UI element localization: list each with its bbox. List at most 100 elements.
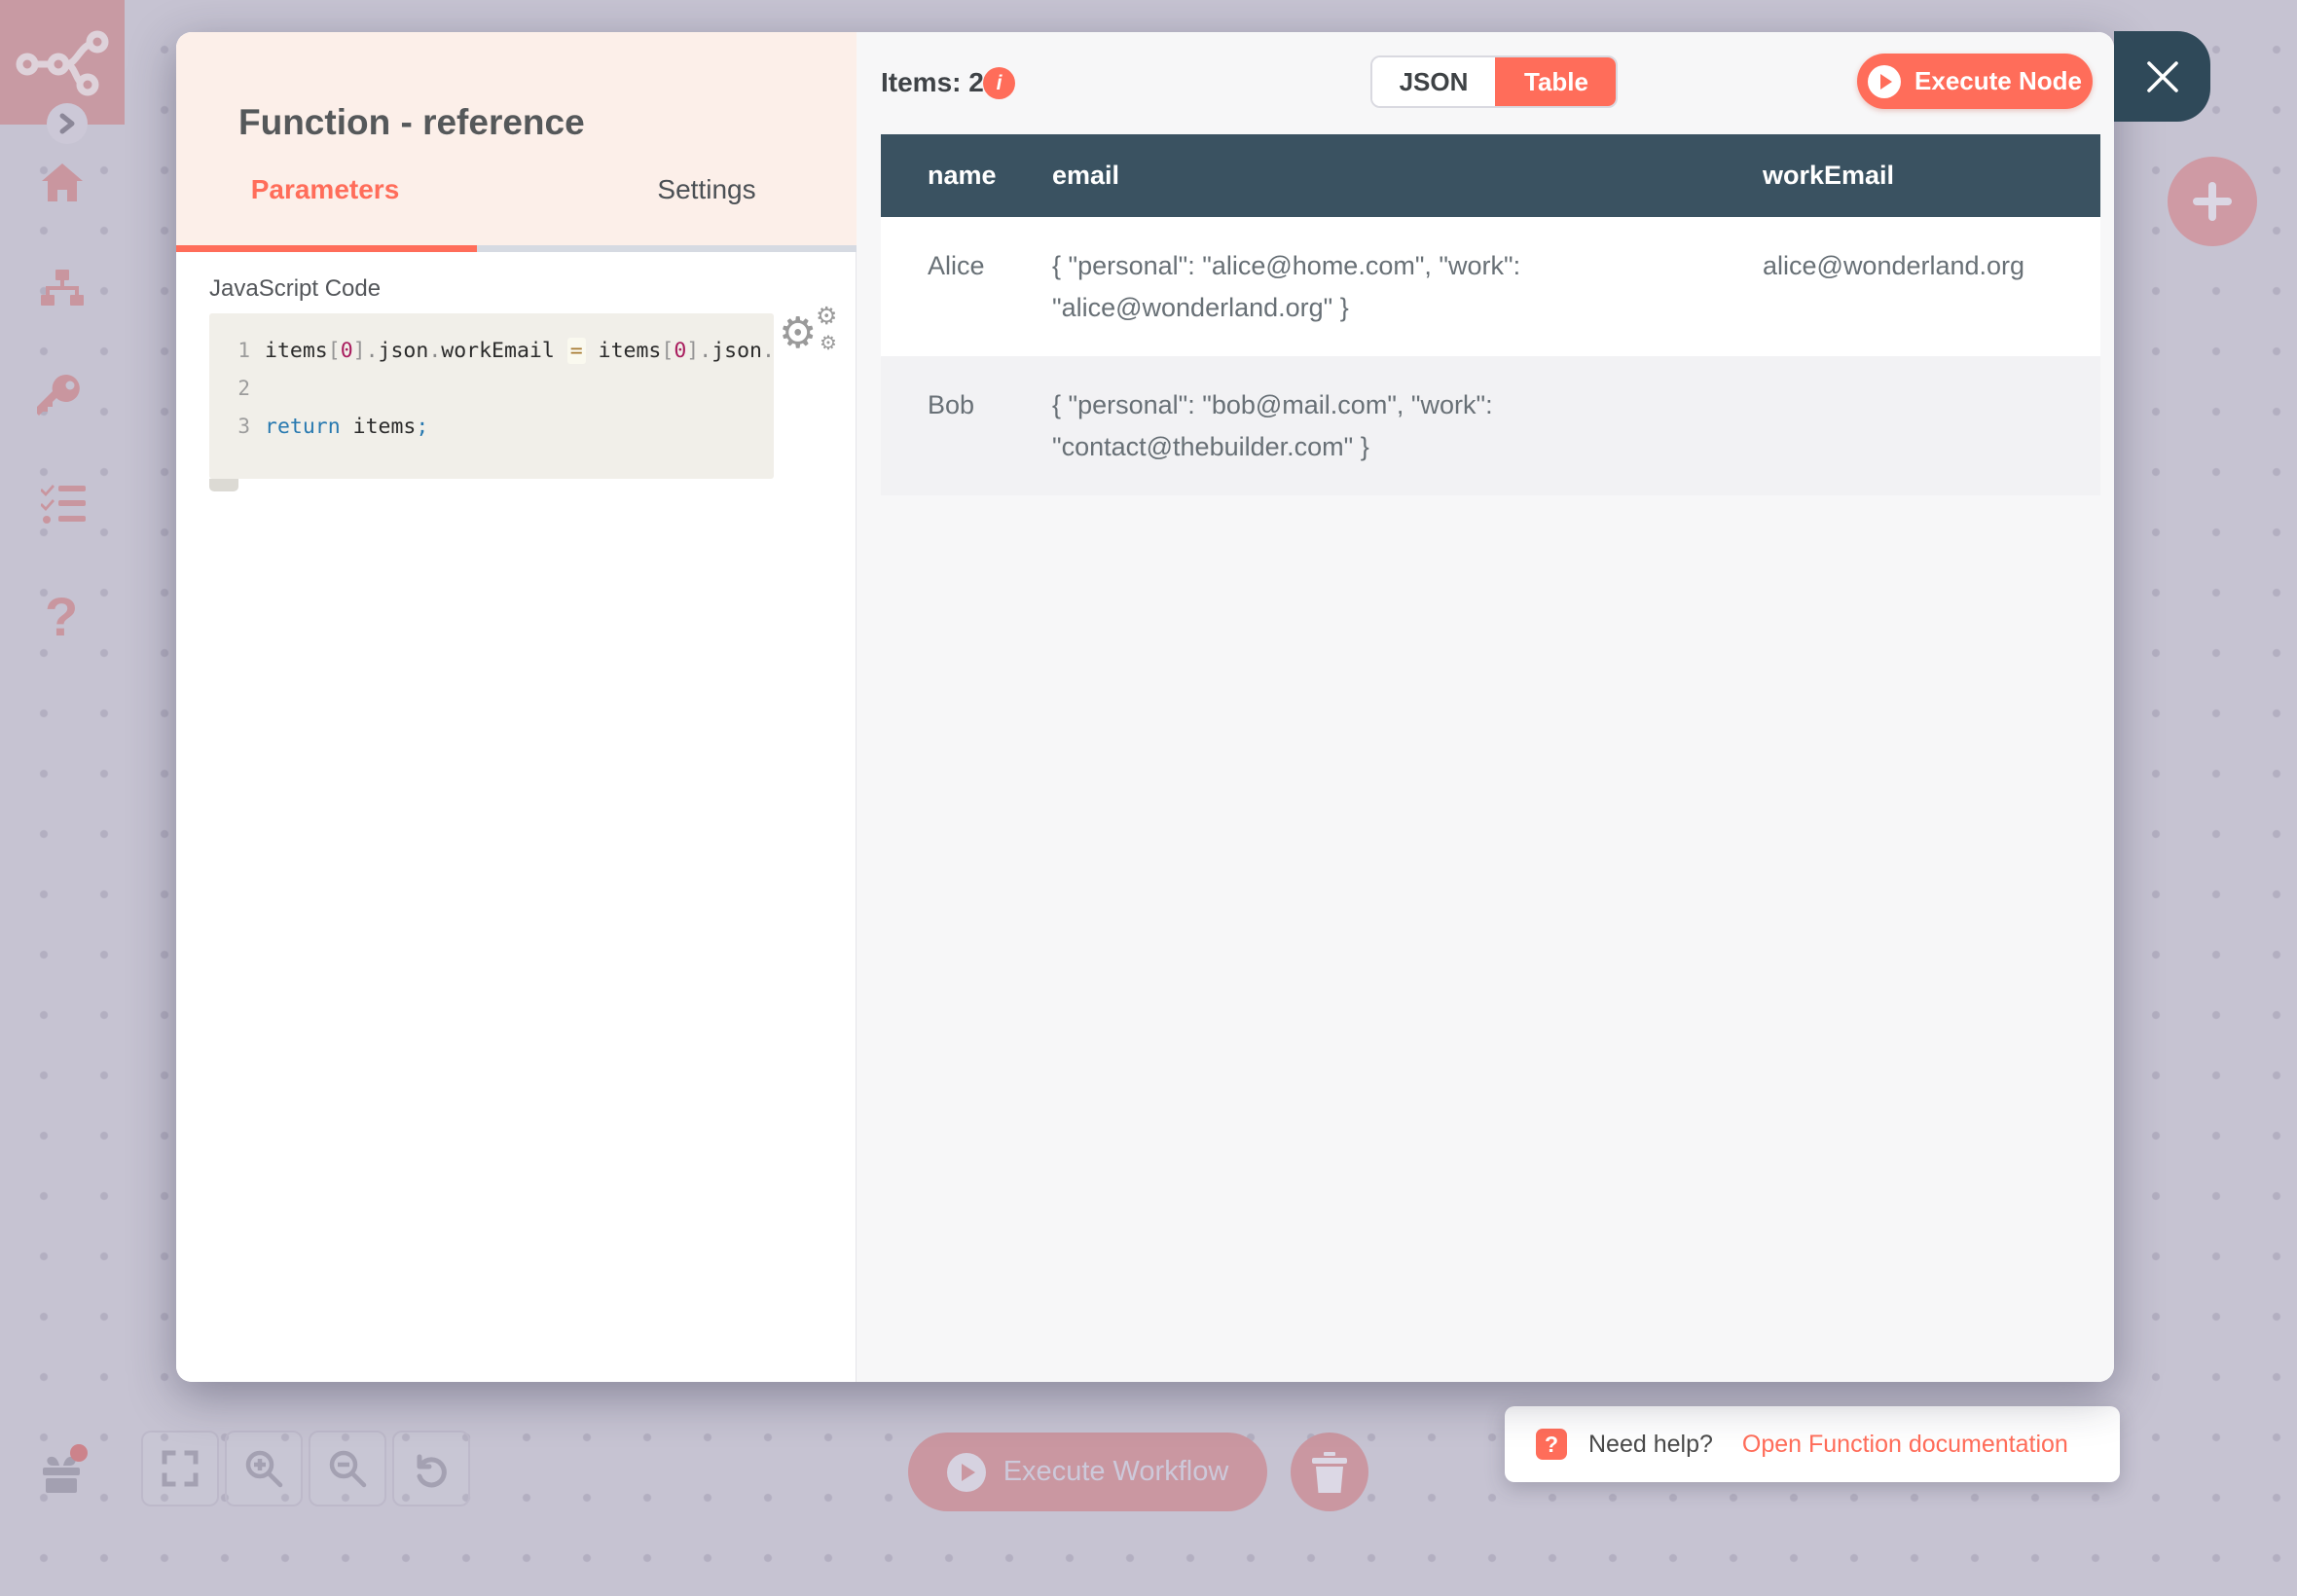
code-line: items[0].json.workEmail = items[0].json.… [265, 332, 774, 370]
code-token: ] [686, 339, 699, 363]
chevron-right-icon [57, 112, 77, 135]
delete-workflow-button[interactable] [1291, 1433, 1368, 1511]
close-modal-button[interactable] [2114, 31, 2210, 122]
sidebar-item-executions[interactable] [41, 484, 86, 525]
editor-resize-handle[interactable] [209, 479, 238, 491]
code-token: . [428, 339, 441, 363]
code-token: [ [661, 339, 674, 363]
add-node-button[interactable] [2168, 157, 2257, 246]
zoom-in-button[interactable] [225, 1431, 303, 1506]
undo-icon [412, 1449, 451, 1488]
cell-name: Alice [881, 245, 1052, 329]
code-token: = [567, 338, 586, 364]
line-numbers: 123 [209, 332, 250, 446]
table-header-row: name email workEmail [881, 134, 2100, 217]
node-details-modal: Function - reference Parameters Settings… [176, 32, 2114, 1382]
code-token: items [599, 339, 662, 363]
code-line [265, 370, 774, 408]
zoom-to-fit-button[interactable] [141, 1431, 219, 1506]
code-token: items [265, 339, 328, 363]
toggle-table[interactable]: Table [1495, 55, 1618, 108]
column-header-name: name [881, 161, 1052, 191]
home-icon [41, 162, 84, 202]
execute-workflow-button[interactable]: Execute Workflow [908, 1433, 1267, 1511]
sidebar-collapse-button[interactable] [47, 103, 88, 144]
toggle-json[interactable]: JSON [1372, 57, 1495, 106]
cell-workemail: alice@wonderland.org [1763, 245, 2100, 329]
code-token: ; [416, 415, 428, 439]
node-title: Function - reference [238, 102, 585, 143]
cell-email: { "personal": "bob@mail.com", "work": "c… [1052, 384, 1636, 468]
output-table: name email workEmail Alice{ "personal": … [881, 134, 2100, 495]
node-settings-panel: Function - reference Parameters Settings… [176, 32, 857, 1382]
sidebar-item-help[interactable]: ? [45, 585, 78, 648]
trash-icon [1312, 1452, 1347, 1493]
zoom-out-button[interactable] [309, 1431, 386, 1506]
tab-underline-active [176, 245, 477, 252]
code-token [555, 339, 567, 363]
code-token: . [366, 339, 379, 363]
play-icon [1868, 65, 1901, 98]
plus-icon [2191, 180, 2234, 223]
checklist-icon [41, 484, 86, 525]
code-content[interactable]: items[0].json.workEmail = items[0].json.… [250, 332, 774, 446]
cell-email-wrap: { "personal": "alice@home.com", "work": … [1052, 245, 1763, 329]
gear-icon: ⚙ [779, 312, 817, 355]
play-icon [947, 1453, 986, 1492]
help-toast: ? Need help? Open Function documentation [1505, 1406, 2120, 1482]
question-badge-icon: ? [1536, 1429, 1567, 1460]
code-token: return [265, 415, 341, 439]
line-number: 2 [209, 370, 250, 408]
n8n-logo-icon [16, 28, 109, 96]
code-token: 0 [341, 339, 353, 363]
open-function-documentation-link[interactable]: Open Function documentation [1742, 1431, 2068, 1459]
tab-settings[interactable]: Settings [657, 174, 755, 205]
notification-dot [70, 1444, 88, 1462]
tab-underline-track [176, 245, 857, 252]
code-token: json [379, 339, 429, 363]
sidebar-item-credentials[interactable] [37, 373, 84, 419]
code-token: . [699, 339, 711, 363]
execute-node-label: Execute Node [1914, 66, 2082, 96]
cell-name: Bob [881, 384, 1052, 468]
whats-new-button[interactable] [39, 1452, 84, 1495]
code-token [341, 415, 353, 439]
code-editor[interactable]: 123 items[0].json.workEmail = items[0].j… [209, 313, 774, 479]
code-token: . [762, 339, 774, 363]
zoom-out-icon [328, 1449, 367, 1488]
code-token: 0 [674, 339, 686, 363]
fit-view-icon [162, 1450, 199, 1487]
info-icon[interactable]: i [983, 67, 1015, 99]
close-icon [2141, 55, 2184, 98]
tab-parameters[interactable]: Parameters [251, 174, 400, 205]
column-header-workemail: workEmail [1763, 161, 2100, 191]
line-number: 3 [209, 408, 250, 446]
javascript-code-label: JavaScript Code [209, 275, 381, 303]
table-row: Alice{ "personal": "alice@home.com", "wo… [881, 217, 2100, 356]
line-number: 1 [209, 332, 250, 370]
execute-workflow-label: Execute Workflow [1003, 1456, 1229, 1488]
table-row: Bob{ "personal": "bob@mail.com", "work":… [881, 356, 2100, 495]
cell-workemail [1763, 384, 2100, 468]
code-token: workEmail [441, 339, 555, 363]
code-token [586, 339, 599, 363]
sidebar-item-home[interactable] [41, 162, 84, 202]
items-count: Items: 2 [881, 67, 984, 98]
code-settings-button[interactable]: ⚙ ⚙ ⚙ [779, 307, 841, 365]
help-text: Need help? [1588, 1431, 1713, 1459]
code-token: json [711, 339, 762, 363]
output-view-toggle: JSON Table [1370, 55, 1618, 108]
reset-zoom-button[interactable] [392, 1431, 470, 1506]
gear-icon-small: ⚙ [816, 305, 837, 329]
table-body: Alice{ "personal": "alice@home.com", "wo… [881, 217, 2100, 495]
gear-icon-tiny: ⚙ [820, 334, 837, 353]
execute-node-button[interactable]: Execute Node [1857, 54, 2093, 109]
sitemap-icon [41, 270, 84, 308]
cell-email: { "personal": "alice@home.com", "work": … [1052, 245, 1636, 329]
code-line: return items; [265, 408, 774, 446]
sidebar-item-workflows[interactable] [41, 270, 84, 308]
key-icon [37, 373, 84, 419]
cell-email-wrap: { "personal": "bob@mail.com", "work": "c… [1052, 384, 1763, 468]
workflow-canvas: ? [0, 0, 2297, 1596]
code-token: ] [353, 339, 366, 363]
